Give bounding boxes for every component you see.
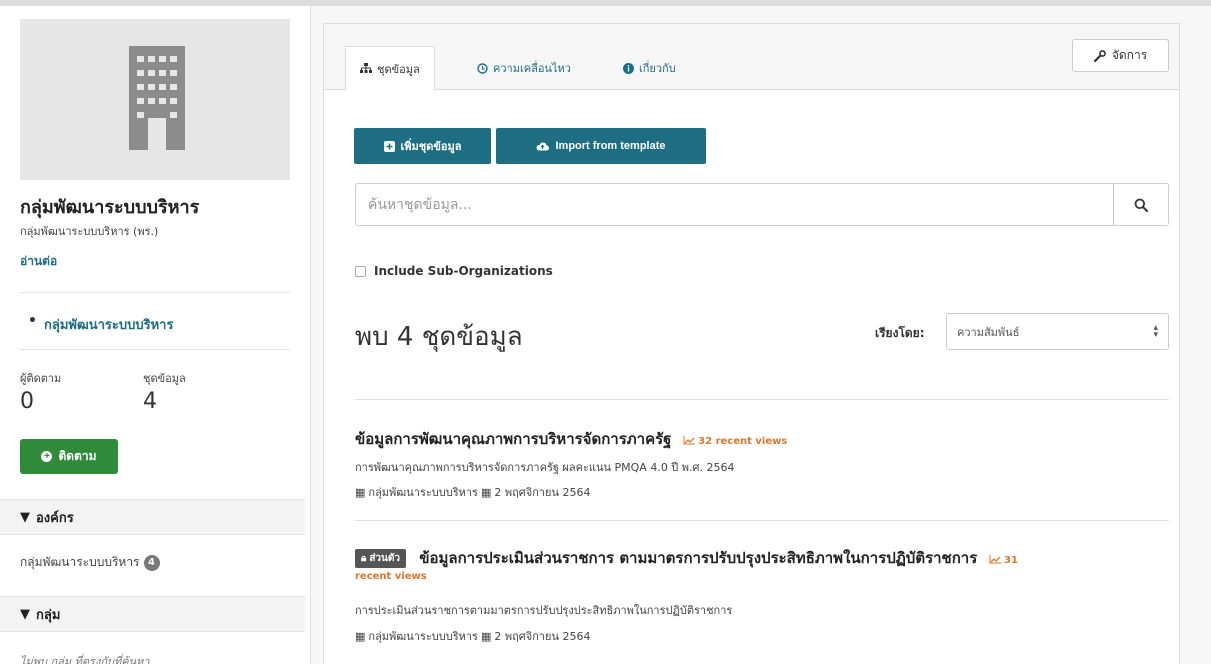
dataset-meta: ▦ กลุ่มพัฒนาระบบบริหาร ▦ 2 พฤศจิกายน 256… [355, 627, 591, 645]
include-sub-orgs-row[interactable]: Include Sub-Organizations [355, 264, 553, 278]
line-chart-icon [989, 555, 1001, 564]
building-small-icon: ▦ [355, 485, 366, 499]
results-count-title: พบ 4 ชุดข้อมูล [355, 322, 523, 352]
dataset-title[interactable]: ข้อมูลการประเมินส่วนราชการ ตามมาตรการปรั… [419, 549, 977, 567]
add-dataset-button[interactable]: เพิ่มชุดข้อมูล [354, 128, 491, 164]
line-chart-icon [683, 436, 695, 445]
include-sub-orgs-label: Include Sub-Organizations [374, 264, 553, 278]
building-small-icon: ▦ [355, 629, 366, 643]
followers-label: ผู้ติดตาม [20, 372, 62, 385]
import-template-label: Import from template [555, 140, 666, 152]
main-area: ชุดข้อมูล ความเคลื่อนไหว เกี่ยวกับ จัดกา… [310, 6, 1211, 664]
filter-icon: ▼ [20, 509, 30, 525]
building-icon [129, 46, 185, 150]
facet-org-header: ▼ องค์กร [0, 499, 305, 535]
tab-datasets[interactable]: ชุดข้อมูล [345, 46, 435, 91]
read-more-link[interactable]: อ่านต่อ [20, 252, 57, 271]
tab-label: ชุดข้อมูล [377, 62, 420, 76]
dataset-description: การพัฒนาคุณภาพการบริหารจัดการภาครัฐ ผลคะ… [355, 461, 735, 474]
dataset-item-1[interactable]: ข้อมูลการพัฒนาคุณภาพการบริหารจัดการภาครั… [355, 427, 787, 451]
datasets-label: ชุดข้อมูล [143, 372, 186, 385]
org-name: กลุ่มพัฒนาระบบบริหาร [20, 197, 200, 218]
calendar-icon: ▦ [480, 629, 492, 643]
divider [355, 520, 1169, 521]
tab-about[interactable]: เกี่ยวกับ [609, 46, 690, 90]
divider [355, 399, 1169, 400]
tab-bar: ชุดข้อมูล ความเคลื่อนไหว เกี่ยวกับ จัดกา… [324, 24, 1179, 91]
search-button[interactable] [1113, 184, 1168, 225]
clock-icon [477, 62, 488, 74]
search-input[interactable] [356, 184, 1113, 225]
sort-label: เรียงโดย: [875, 326, 925, 340]
info-icon [623, 62, 634, 74]
plus-circle-icon: + [41, 451, 53, 462]
plus-square-icon [383, 140, 395, 152]
sitemap-icon [360, 63, 372, 73]
search-icon [1134, 198, 1148, 212]
org-image [20, 19, 290, 180]
cloud-upload-icon [537, 142, 550, 151]
facet-count-badge: 4 [143, 554, 160, 571]
dataset-date: 2 พฤศจิกายน 2564 [494, 486, 591, 499]
content-card: ชุดข้อมูล ความเคลื่อนไหว เกี่ยวกับ จัดกา… [323, 23, 1180, 664]
facet-group-title: กลุ่ม [36, 607, 61, 623]
import-template-button[interactable]: Import from template [496, 128, 706, 164]
facet-group-empty: ไม่พบ กลุ่ม ที่ตรงกับที่ค้นหา [20, 655, 150, 664]
dataset-meta: ▦ กลุ่มพัฒนาระบบบริหาร ▦ 2 พฤศจิกายน 256… [355, 483, 591, 501]
lock-icon: 🔒︎ [361, 553, 367, 564]
facet-group-header: ▼ กลุ่ม [0, 596, 305, 632]
followers-count: 0 [20, 389, 34, 414]
manage-button[interactable]: จัดการ [1072, 39, 1169, 72]
sort-select[interactable]: ความสัมพันธ์ ▴ ▾ [946, 313, 1169, 350]
tab-activity[interactable]: ความเคลื่อนไหว [463, 46, 585, 90]
dataset-title[interactable]: ข้อมูลการพัฒนาคุณภาพการบริหารจัดการภาครั… [355, 430, 671, 448]
calendar-icon: ▦ [480, 485, 492, 499]
facet-org-item[interactable]: กลุ่มพัฒนาระบบบริหาร 4 [20, 553, 160, 572]
tab-label: เกี่ยวกับ [639, 62, 676, 75]
filter-icon: ▼ [20, 606, 30, 622]
include-sub-orgs-checkbox[interactable] [355, 265, 366, 277]
divider [20, 349, 290, 350]
facet-org-item-label: กลุ่มพัฒนาระบบบริหาร [20, 555, 140, 569]
dataset-description: การประเมินส่วนราชการตามมาตรการปรับปรุงปร… [355, 604, 733, 617]
follow-button[interactable]: + ติดตาม [20, 439, 118, 474]
sort-selected-value: ความสัมพันธ์ [957, 325, 1020, 339]
facet-org-title: องค์กร [36, 510, 74, 526]
add-dataset-label: เพิ่มชุดข้อมูล [400, 141, 462, 153]
dataset-org: กลุ่มพัฒนาระบบบริหาร [368, 630, 478, 643]
org-subtitle: กลุ่มพัฒนาระบบบริหาร (พร.) [20, 225, 159, 238]
follow-button-label: ติดตาม [58, 449, 97, 463]
dataset-date: 2 พฤศจิกายน 2564 [494, 630, 591, 643]
private-badge-label: ส่วนตัว [369, 553, 400, 564]
dataset-org: กลุ่มพัฒนาระบบบริหาร [368, 486, 478, 499]
recent-views: 32 recent views [683, 436, 788, 447]
recent-views-text: 32 recent views [698, 436, 788, 447]
select-arrows-icon: ▴ ▾ [1153, 322, 1158, 340]
recent-views: 31 [989, 555, 1018, 566]
recent-views-rest: recent views [355, 571, 427, 582]
sidebar: กลุ่มพัฒนาระบบบริหาร กลุ่มพัฒนาระบบบริหา… [0, 6, 310, 664]
manage-button-label: จัดการ [1111, 48, 1148, 62]
divider [20, 292, 290, 293]
private-badge: 🔒︎ ส่วนตัว [355, 549, 406, 568]
tab-label: ความเคลื่อนไหว [493, 62, 571, 75]
org-tree-item[interactable]: กลุ่มพัฒนาระบบบริหาร [28, 313, 174, 335]
recent-views-count: 31 [1004, 555, 1018, 566]
search-box [355, 183, 1169, 226]
dataset-item-2[interactable]: 🔒︎ ส่วนตัว ข้อมูลการประเมินส่วนราชการ ตา… [355, 546, 1018, 570]
datasets-count: 4 [143, 389, 157, 414]
wrench-icon [1093, 49, 1106, 62]
